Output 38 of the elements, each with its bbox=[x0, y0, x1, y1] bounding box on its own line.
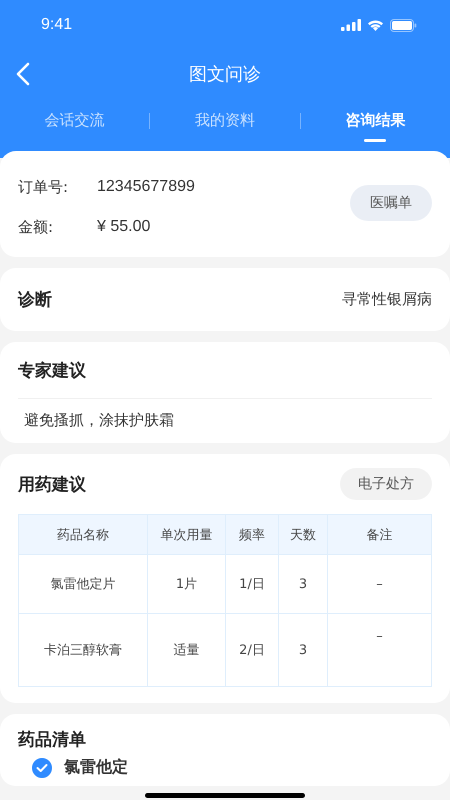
section-title: 用药建议 bbox=[18, 474, 86, 496]
column-header: 备注 bbox=[328, 514, 432, 554]
order-number-label: 订单号: bbox=[18, 178, 70, 196]
signal-icon bbox=[341, 19, 361, 31]
medical-order-button[interactable]: 医嘱单 bbox=[350, 185, 432, 221]
amount-value: ¥ 55.00 bbox=[97, 218, 150, 236]
advice-text: 避免搔抓，涂抹护肤霜 bbox=[23, 410, 175, 431]
table-cell: 2/日 bbox=[226, 614, 278, 686]
table-cell: 卡泊三醇软膏 bbox=[18, 614, 148, 686]
section-title: 专家建议 bbox=[18, 360, 86, 382]
table-cell: – bbox=[328, 614, 432, 686]
order-number: 12345677899 bbox=[97, 178, 195, 196]
table-cell: 3 bbox=[278, 614, 328, 686]
prescription-button[interactable]: 电子处方 bbox=[340, 468, 432, 500]
section-title: 药品清单 bbox=[18, 730, 86, 750]
page-title: 图文问诊 bbox=[189, 63, 261, 86]
tab[interactable]: 我的资料 bbox=[150, 100, 300, 142]
status-time: 9:41 bbox=[41, 16, 72, 34]
tab[interactable]: 咨询结果 bbox=[300, 100, 450, 142]
battery-icon bbox=[390, 18, 417, 32]
section-title: 诊断 bbox=[18, 289, 52, 311]
table-cell: 1/日 bbox=[226, 554, 278, 614]
table-cell: 适量 bbox=[148, 614, 226, 686]
drug-name: 氯雷他定 bbox=[64, 757, 128, 778]
column-header: 药品名称 bbox=[18, 514, 148, 554]
diagnosis-value: 寻常性银屑病 bbox=[342, 290, 432, 309]
table-cell: 3 bbox=[278, 554, 328, 614]
amount-label: 金额: bbox=[18, 218, 54, 236]
tab[interactable]: 会话交流 bbox=[0, 100, 150, 142]
table-cell: 1片 bbox=[148, 554, 226, 614]
table-cell: – bbox=[328, 554, 432, 614]
column-header: 天数 bbox=[278, 514, 328, 554]
column-header: 频率 bbox=[226, 514, 278, 554]
table-cell: 氯雷他定片 bbox=[18, 554, 148, 614]
column-header: 单次用量 bbox=[148, 514, 226, 554]
back-button[interactable] bbox=[14, 62, 32, 86]
checkbox[interactable] bbox=[32, 758, 52, 778]
wifi-icon bbox=[367, 19, 384, 31]
